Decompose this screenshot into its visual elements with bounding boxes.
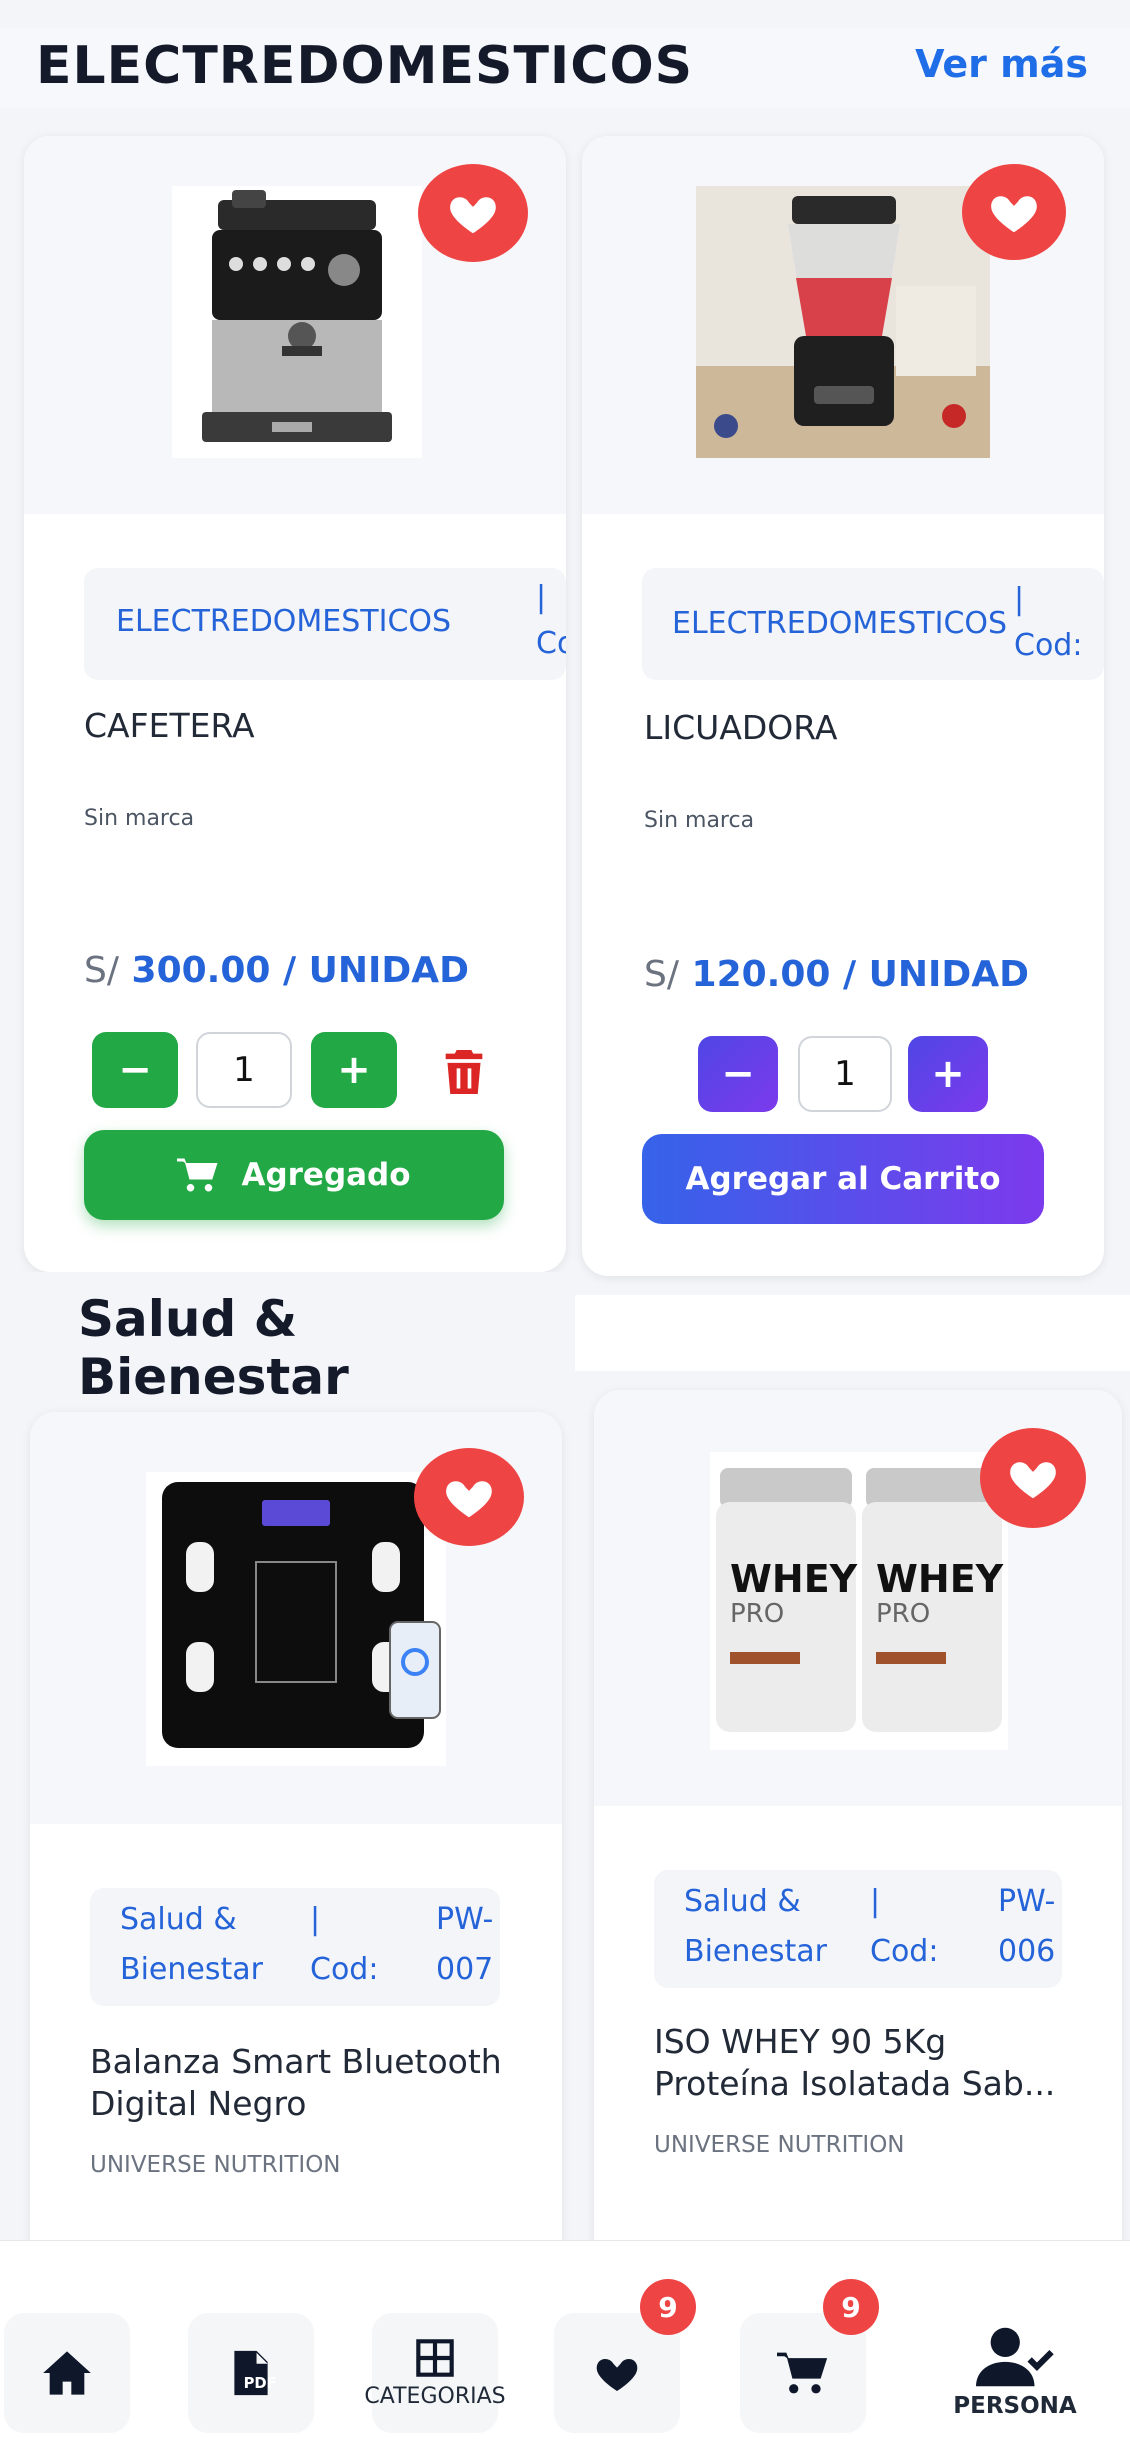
section-header-spacer (575, 1295, 1130, 1371)
code-label: Cod: (536, 626, 566, 661)
product-image-label-whey: WHEY (730, 1557, 858, 1601)
section-header-salud: Salud & Bienestar (0, 1272, 575, 1406)
nav-home[interactable] (4, 2313, 130, 2433)
category-separator: | (870, 1884, 881, 1919)
user-check-icon (976, 2327, 1054, 2387)
price-value: 120.00 / UNIDAD (691, 954, 1030, 995)
product-name-line2: Digital Negro (90, 2084, 307, 2123)
product-code-line1: PW- (436, 1902, 494, 1937)
favorite-button[interactable] (980, 1428, 1086, 1528)
product-price: S/ 300.00 / UNIDAD (84, 950, 469, 991)
price-value: 300.00 / UNIDAD (131, 950, 470, 991)
nav-categories[interactable]: CATEGORIAS (364, 2313, 506, 2433)
decrease-quantity-button[interactable]: − (92, 1032, 178, 1108)
heart-icon (991, 196, 1037, 233)
product-card-licuadora[interactable]: ELECTREDOMESTICOS | Cod: LICUADORA Sin m… (582, 136, 1104, 1276)
heart-icon (450, 197, 496, 234)
smart-scale-image (146, 1472, 446, 1766)
code-label: Cod: (310, 1952, 379, 1987)
nav-categories-label: CATEGORIAS (364, 2383, 506, 2409)
currency-symbol: S/ (84, 950, 119, 991)
heart-icon (1010, 1462, 1056, 1499)
quantity-input[interactable] (798, 1036, 892, 1112)
category-name: ELECTREDOMESTICOS (116, 604, 452, 639)
pdf-label: PDF (244, 2375, 277, 2392)
category-separator: | (1014, 582, 1025, 617)
product-brand: Sin marca (84, 806, 195, 831)
nav-persona-label: PERSONA (953, 2393, 1077, 2419)
add-to-cart-button[interactable]: Agregar al Carrito (642, 1134, 1044, 1224)
product-brand: Sin marca (644, 808, 755, 833)
category-separator: | (536, 580, 547, 615)
category-name-line1: Salud & (120, 1902, 237, 1937)
grid-icon (416, 2338, 454, 2377)
see-more-link[interactable]: Ver más (915, 42, 1088, 86)
product-name-line1: ISO WHEY 90 5Kg (654, 2022, 947, 2061)
product-price: S/ 120.00 / UNIDAD (644, 954, 1029, 995)
product-brand: UNIVERSE NUTRITION (654, 2132, 905, 2158)
product-card-balanza[interactable]: Salud & Bienestar | Cod: PW- 007 Balanza… (30, 1412, 562, 2272)
decrease-quantity-button[interactable]: − (698, 1036, 778, 1112)
currency-symbol: S/ (644, 954, 679, 995)
product-card-iso-whey[interactable]: WHEY PRO WHEY PRO Salud & Bienestar | Co… (594, 1390, 1122, 2272)
category-code-box: ELECTREDOMESTICOS | Cod: (642, 568, 1104, 680)
favorites-count-badge: 9 (640, 2279, 696, 2335)
product-image-label-pro: PRO (876, 1599, 930, 1629)
product-code-line2: 006 (998, 1934, 1056, 1969)
product-card-cafetera[interactable]: ELECTREDOMESTICOS | Cod: CAFETERA Sin ma… (24, 136, 566, 1272)
category-name-line2: Bienestar (684, 1934, 827, 1969)
heart-icon (446, 1481, 492, 1518)
increase-quantity-button[interactable]: + (311, 1032, 397, 1108)
nav-persona[interactable]: PERSONA (940, 2310, 1090, 2434)
section-header-electrodomesticos: ELECTREDOMESTICOS Ver más (0, 28, 1130, 108)
favorite-button[interactable] (962, 164, 1066, 260)
heart-icon (596, 2359, 638, 2391)
whey-protein-image: WHEY PRO WHEY PRO (710, 1452, 1008, 1750)
product-image-label-whey: WHEY (876, 1557, 1004, 1601)
section-title: Salud & Bienestar (78, 1290, 349, 1406)
coffee-machine-image (172, 186, 422, 458)
trash-icon[interactable] (442, 1048, 486, 1096)
nav-pdf[interactable]: PDF (188, 2313, 314, 2433)
product-name-line2: Proteína Isolatada Sab... (654, 2064, 1056, 2103)
cart-icon (777, 2352, 828, 2394)
product-image-label-pro: PRO (730, 1599, 784, 1629)
category-code-box: Salud & Bienestar | Cod: PW- 007 (90, 1888, 500, 2006)
product-listing-page: ELECTREDOMESTICOS Ver más ELECTREDOMESTI… (0, 0, 1130, 2439)
favorite-button[interactable] (414, 1448, 524, 1546)
product-brand: UNIVERSE NUTRITION (90, 2152, 341, 2178)
pdf-icon: PDF (234, 2350, 277, 2396)
cart-count-badge: 9 (823, 2279, 879, 2335)
cart-icon (177, 1158, 218, 1192)
home-icon (43, 2351, 91, 2395)
category-code-box: Salud & Bienestar | Cod: PW- 006 (654, 1870, 1062, 1988)
button-label: Agregar al Carrito (685, 1161, 1001, 1197)
category-separator: | (310, 1902, 321, 1937)
product-name: CAFETERA (84, 706, 255, 745)
blender-image (696, 186, 990, 458)
button-label: Agregado (241, 1157, 411, 1193)
added-to-cart-button[interactable]: Agregado (84, 1130, 504, 1220)
category-name: ELECTREDOMESTICOS (672, 606, 1008, 641)
product-name: LICUADORA (644, 708, 838, 747)
product-code-line2: 007 (436, 1952, 494, 1987)
product-code-line1: PW- (998, 1884, 1056, 1919)
category-code-box: ELECTREDOMESTICOS | Cod: (84, 568, 566, 680)
quantity-input[interactable] (196, 1032, 292, 1108)
section-title: ELECTREDOMESTICOS (36, 36, 694, 96)
code-label: Cod: (870, 1934, 939, 1969)
favorite-button[interactable] (418, 164, 528, 262)
category-name-line2: Bienestar (120, 1952, 263, 1987)
code-label: Cod: (1014, 628, 1083, 663)
increase-quantity-button[interactable]: + (908, 1036, 988, 1112)
category-name-line1: Salud & (684, 1884, 801, 1919)
product-name-line1: Balanza Smart Bluetooth (90, 2042, 502, 2081)
